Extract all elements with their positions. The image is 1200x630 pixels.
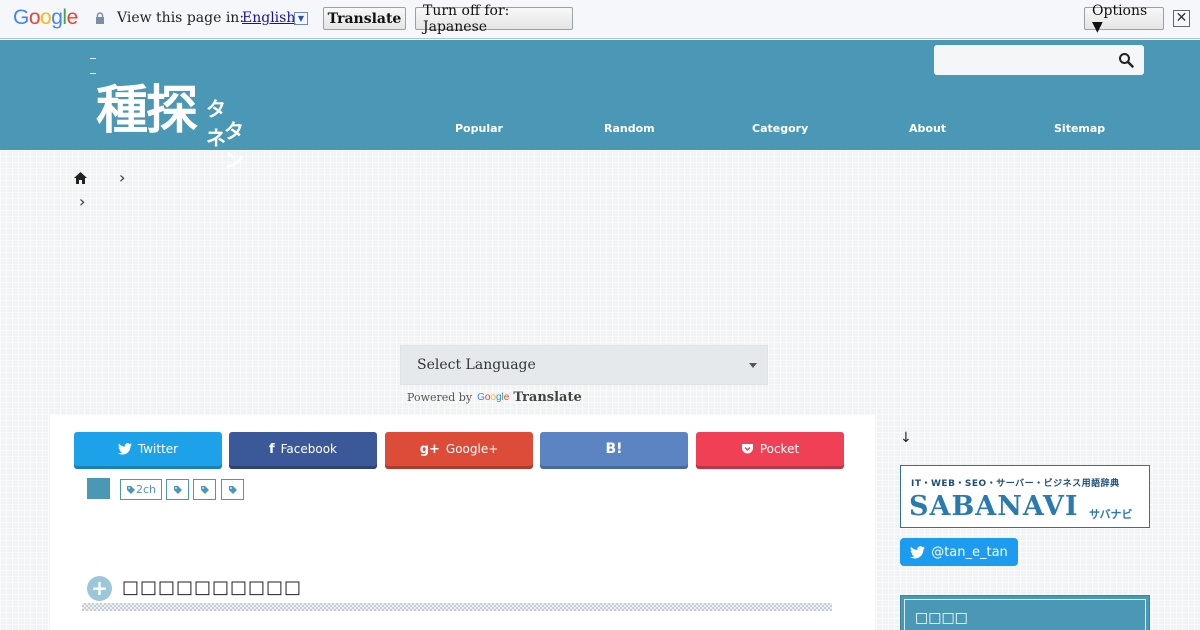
tag-chip[interactable] [193, 479, 216, 500]
nav-random[interactable]: Random [604, 122, 655, 135]
section-heading: □□□□□□□□□□ [122, 577, 303, 598]
banner-subtitle: IT・WEB・SEO・サーバー・ビジネス用語辞典 [911, 479, 1120, 489]
banner-kana: サバナビ [1089, 508, 1133, 521]
twitter-follow-button[interactable]: @tan_e_tan [900, 538, 1018, 566]
tag-icon [228, 485, 237, 494]
nav-category[interactable]: Category [752, 122, 808, 135]
category-badge[interactable] [87, 478, 110, 499]
share-googleplus-button[interactable]: g+ Google+ [385, 432, 533, 466]
tag-label: 2ch [135, 483, 157, 496]
facebook-icon: f [268, 441, 275, 457]
chevron-down-icon [749, 363, 757, 368]
breadcrumb-separator: › [119, 168, 126, 187]
tag-chip[interactable] [166, 479, 189, 500]
nav-about[interactable]: About [909, 122, 946, 135]
skip-link[interactable] [90, 73, 96, 74]
language-select-value: Select Language [417, 357, 536, 373]
turn-off-button[interactable]: Turn off for: Japanese [415, 3, 573, 35]
language-dropdown-icon[interactable]: ▼ [294, 12, 308, 25]
share-pocket-button[interactable]: Pocket [696, 432, 844, 466]
article-card: Twitter f Facebook g+ Google+ B! Pocket … [50, 415, 875, 630]
down-arrow-text: ↓ [900, 430, 912, 446]
banner-title: SABANAVI [909, 491, 1079, 522]
pocket-icon [741, 444, 753, 454]
googleplus-icon: g+ [419, 441, 440, 457]
tag-icon [173, 485, 182, 494]
site-header: 種探 タネ タン Popular Random Category About S… [0, 40, 1200, 172]
sidebar-widget-title: □□□□ [915, 610, 968, 626]
share-twitter-button[interactable]: Twitter [74, 432, 222, 466]
close-icon[interactable]: ✕ [1173, 10, 1190, 27]
share-googleplus-label: Google+ [445, 442, 499, 456]
lock-icon [96, 12, 104, 24]
nav-sitemap[interactable]: Sitemap [1054, 122, 1105, 135]
breadcrumb-separator: › [79, 192, 86, 211]
tag-icon [126, 485, 135, 494]
twitter-bird-icon [910, 545, 926, 558]
skip-link[interactable] [90, 58, 96, 59]
nav-popular[interactable]: Popular [455, 122, 503, 135]
translate-bar: Google View this page in: English ▼ Tran… [0, 0, 1200, 39]
logo-kana-bottom: タン [224, 119, 245, 172]
sidebar-widget: □□□□ [900, 595, 1150, 630]
logo-main-text: 種探 [96, 81, 198, 141]
share-twitter-label: Twitter [137, 442, 179, 456]
share-facebook-button[interactable]: f Facebook [229, 432, 377, 466]
language-select[interactable]: Select Language [400, 345, 768, 385]
sabanavi-banner[interactable]: IT・WEB・SEO・サーバー・ビジネス用語辞典 SABANAVI サバナビ [900, 465, 1150, 528]
translate-label[interactable]: Translate [513, 390, 581, 405]
google-small-logo: Google [477, 392, 510, 403]
share-pocket-label: Pocket [759, 442, 800, 456]
tag-chip[interactable] [221, 479, 244, 500]
home-icon[interactable] [73, 171, 88, 185]
search-input[interactable] [934, 45, 1144, 75]
google-logo: Google [13, 6, 78, 29]
tag-icon [200, 485, 209, 494]
twitter-bird-icon [117, 443, 132, 455]
language-link[interactable]: English [242, 10, 295, 26]
section-divider [82, 603, 832, 611]
share-facebook-label: Facebook [280, 442, 338, 456]
tag-chip[interactable]: 2ch [120, 479, 162, 500]
options-button[interactable]: Options ▼ [1084, 3, 1164, 35]
search-icon[interactable] [1118, 52, 1134, 68]
plus-icon: + [87, 576, 112, 601]
powered-by-google: Powered by Google Translate [407, 390, 582, 405]
translate-button[interactable]: Translate [323, 7, 406, 30]
hatena-icon: B! [605, 441, 623, 457]
twitter-handle: @tan_e_tan [931, 544, 1008, 560]
powered-by-label: Powered by [407, 391, 473, 404]
share-hatena-button[interactable]: B! [540, 432, 688, 466]
view-page-label: View this page in: [117, 10, 245, 26]
site-logo[interactable]: 種探 タネ タン [96, 81, 244, 172]
